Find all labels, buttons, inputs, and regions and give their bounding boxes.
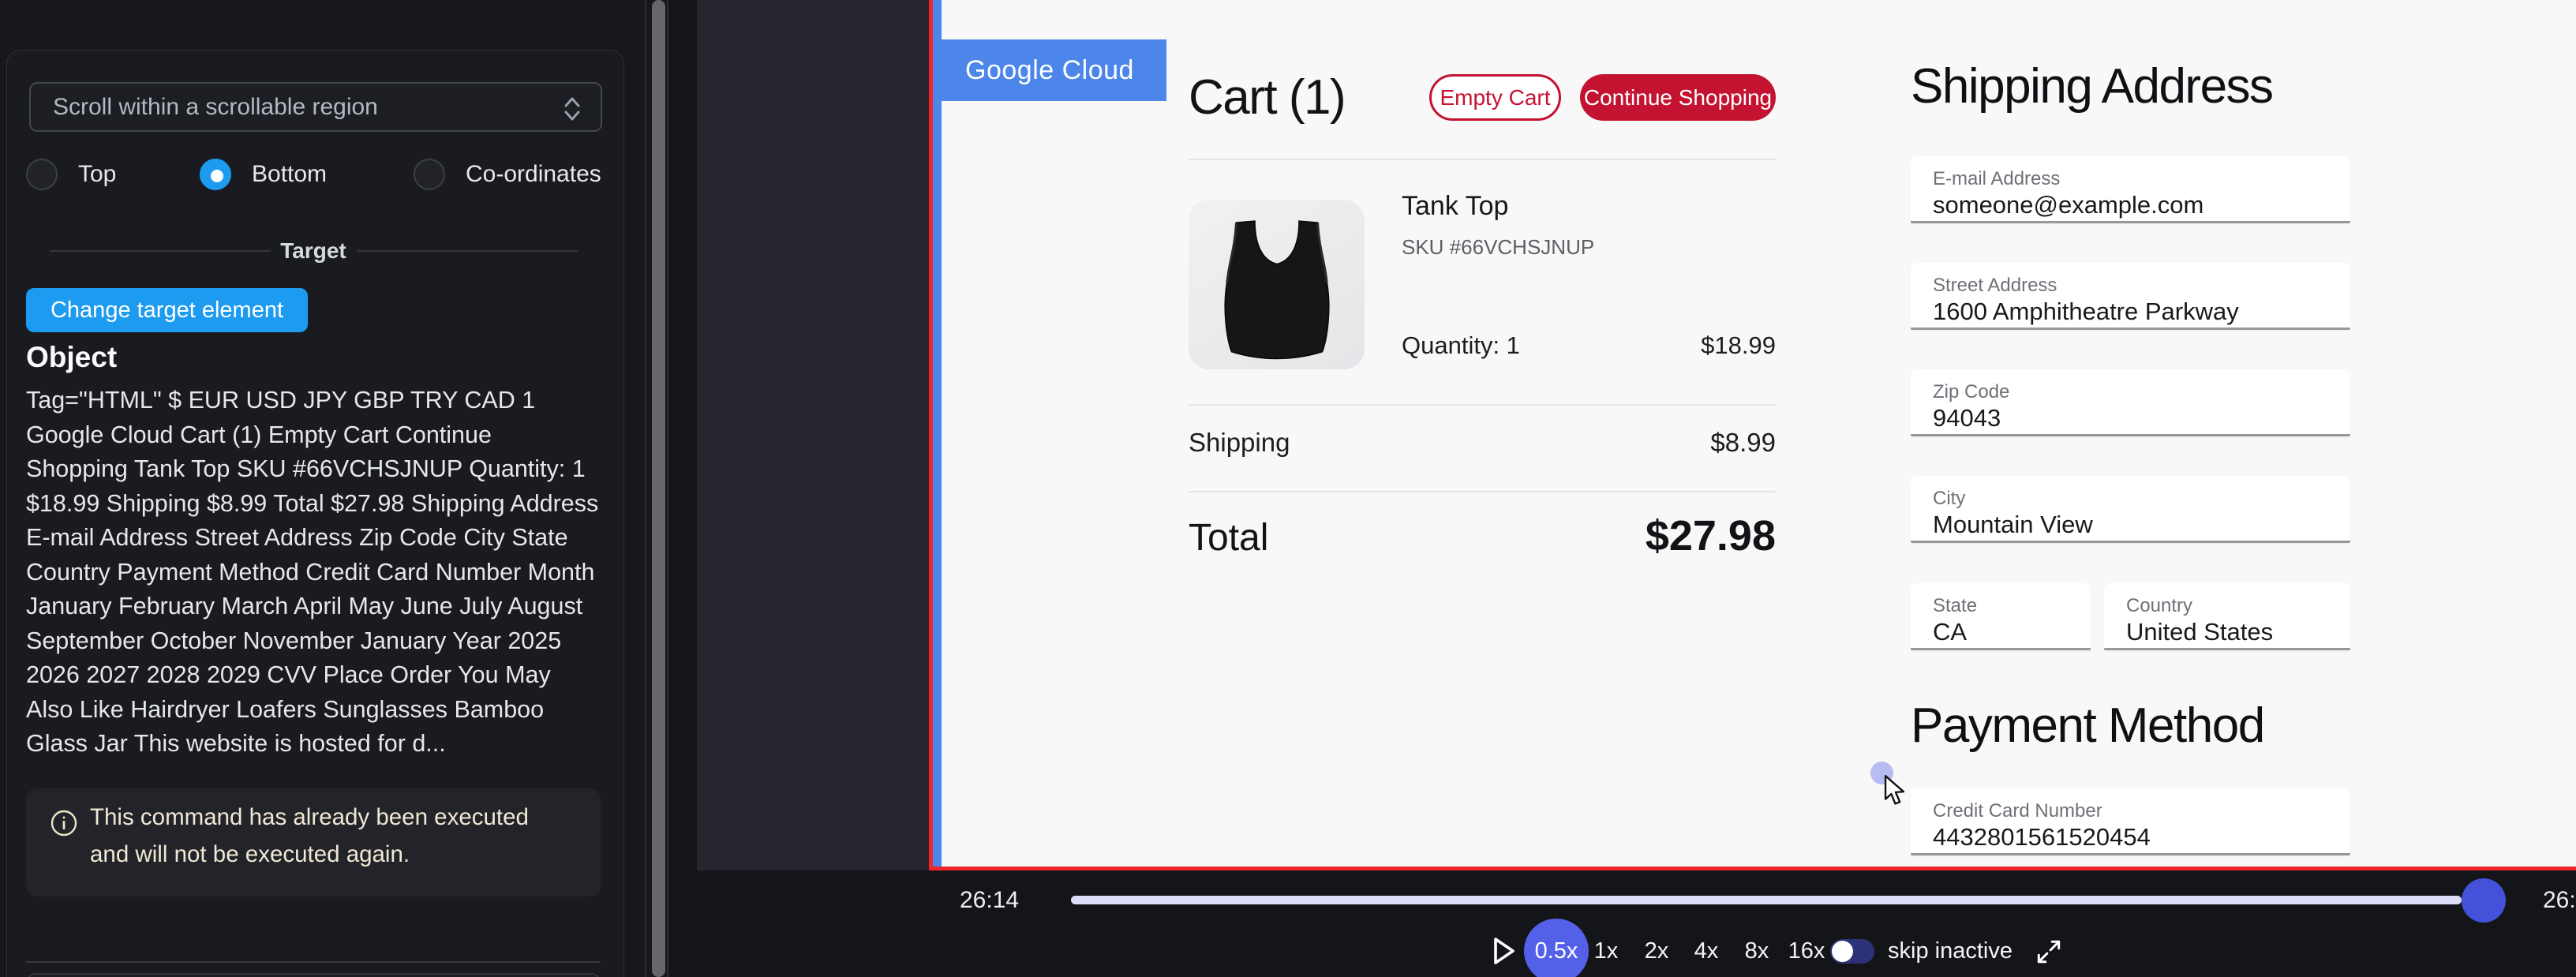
product-price: $18.99 [1701,331,1776,360]
object-heading: Object [26,341,117,374]
divider [1189,491,1776,492]
scrollbar-track-line [667,0,668,977]
shipping-label: Shipping [1189,428,1290,458]
radio-label: Co-ordinates [466,161,601,188]
end-time: 26:15 [2543,887,2576,914]
radio-option-coordinates[interactable]: Co-ordinates [414,159,601,190]
speed-option-8x[interactable]: 8x [1745,938,1769,964]
total-value: $27.98 [1646,511,1776,560]
field-value: 4432801561520454 [1933,823,2151,852]
state-field[interactable]: State CA [1911,583,2091,650]
scrollbar-track-line [645,0,646,977]
divider [357,250,578,252]
command-type-select[interactable]: Scroll within a scrollable region [29,82,602,132]
product-sku: SKU #66VCHSJNUP [1402,235,1594,260]
current-time: 26:14 [960,887,1019,914]
field-value: Mountain View [1933,511,2093,539]
field-label: Street Address [1933,275,2057,297]
radio-option-bottom[interactable]: Bottom [200,159,327,190]
next-section-box [26,973,601,977]
field-label: State [1933,595,1977,617]
toggle-knob [1832,941,1853,962]
field-value: someone@example.com [1933,191,2203,219]
timeline-track[interactable] [1071,896,2462,904]
mouse-cursor-icon [1883,775,1908,810]
field-label: E-mail Address [1933,168,2060,190]
product-image-tank-top [1189,200,1365,369]
divider [1189,159,1776,160]
cart-title: Cart (1) [1189,69,1345,125]
product-name: Tank Top [1402,191,1508,222]
target-highlight-text: Google Cloud [965,55,1134,86]
tank-top-graphic [1189,203,1365,367]
skip-inactive-label: skip inactive [1888,938,2012,964]
street-address-field[interactable]: Street Address 1600 Amphitheatre Parkway [1911,263,2350,330]
panel-gap [669,0,697,977]
field-value: 1600 Amphitheatre Parkway [1933,298,2239,326]
radio-label: Top [78,161,116,188]
credit-card-number-field[interactable]: Credit Card Number 4432801561520454 [1911,788,2350,855]
city-field[interactable]: City Mountain View [1911,476,2350,543]
app-window: Scroll within a scrollable region Top Bo… [0,0,2576,977]
zip-code-field[interactable]: Zip Code 94043 [1911,369,2350,436]
radio-circle[interactable] [414,159,445,190]
speed-option-0-5x-selected[interactable]: 0.5x [1524,919,1589,977]
timeline-handle[interactable] [2462,878,2506,923]
notice-text: This command has already been executed a… [90,799,552,873]
field-value: United States [2126,618,2273,646]
target-highlight-edge [933,0,942,867]
chevron-up-down-icon [563,95,582,129]
payment-method-heading: Payment Method [1911,698,2264,754]
info-icon [50,809,78,841]
divider [1189,404,1776,406]
field-value: CA [1933,618,1967,646]
viewer-backdrop [697,0,929,870]
target-highlight-label: Google Cloud [933,39,1166,101]
country-field[interactable]: Country United States [2104,583,2350,650]
quantity-price-row: Quantity: 1 $18.99 [1402,331,1776,360]
command-type-value: Scroll within a scrollable region [53,94,378,121]
divider [26,961,601,963]
continue-shopping-button[interactable]: Continue Shopping [1580,74,1776,121]
radio-circle[interactable] [26,159,58,190]
shipping-cost-row: Shipping $8.99 [1189,428,1776,458]
total-row: Total $27.98 [1189,511,1776,560]
field-label: Zip Code [1933,381,2009,403]
speed-option-16x[interactable]: 16x [1788,938,1825,964]
radio-option-top[interactable]: Top [26,159,116,190]
object-text: Tag="HTML" $ EUR USD JPY GBP TRY CAD 1 G… [26,384,600,762]
play-button[interactable] [1492,936,1516,972]
speed-option-1x[interactable]: 1x [1594,938,1619,964]
vertical-scrollbar[interactable] [652,0,665,977]
radio-circle-selected[interactable] [200,159,231,190]
shipping-value: $8.99 [1710,428,1776,458]
empty-cart-button[interactable]: Empty Cart [1429,74,1561,121]
fullscreen-expand-icon[interactable] [2035,938,2063,970]
speed-option-4x[interactable]: 4x [1694,938,1719,964]
email-field[interactable]: E-mail Address someone@example.com [1911,156,2350,223]
radio-label: Bottom [252,161,327,188]
field-label: Credit Card Number [1933,800,2102,822]
shipping-address-heading: Shipping Address [1911,58,2273,114]
field-label: City [1933,488,1965,510]
product-quantity: Quantity: 1 [1402,331,1520,360]
speed-option-2x[interactable]: 2x [1645,938,1669,964]
field-label: Country [2126,595,2192,617]
field-value: 94043 [1933,404,2001,432]
skip-inactive-toggle[interactable] [1830,939,1874,964]
total-label: Total [1189,516,1268,560]
change-target-button[interactable]: Change target element [26,288,308,332]
